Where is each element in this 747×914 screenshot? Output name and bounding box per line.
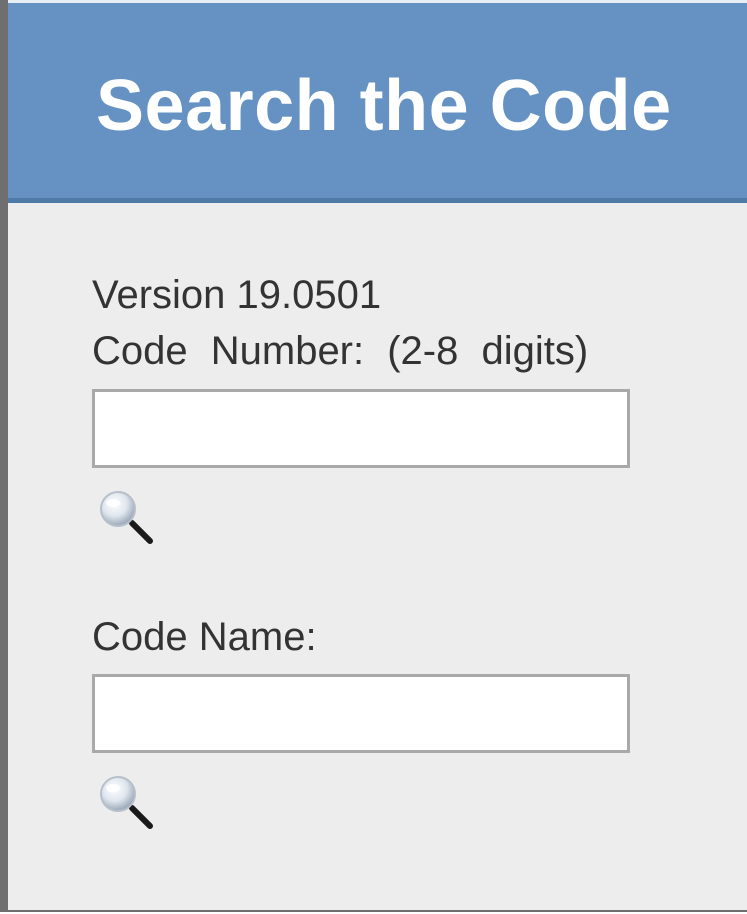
code-number-label: Code Number: (2-8 digits): [92, 329, 589, 373]
magnifier-icon: [100, 776, 153, 829]
code-number-search-button[interactable]: [96, 487, 158, 547]
code-name-search-button[interactable]: [96, 772, 158, 832]
version-label: Version 19.0501: [92, 273, 382, 317]
search-code-panel: Search the Code Version 19.0501 Code Num…: [0, 0, 747, 912]
panel-header: Search the Code: [8, 0, 747, 203]
code-name-input[interactable]: [92, 674, 630, 753]
code-number-input[interactable]: [92, 389, 630, 468]
code-name-label: Code Name:: [92, 615, 317, 659]
magnifier-icon: [100, 491, 153, 544]
panel-title: Search the Code: [96, 66, 672, 146]
